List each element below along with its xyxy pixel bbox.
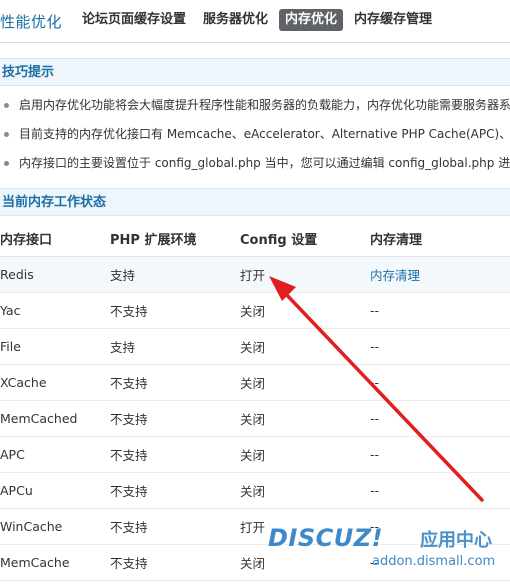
table-row: APCu 不支持 关闭 -- <box>0 472 510 509</box>
cell-clean: -- <box>370 544 510 581</box>
cell-php-extension: 不支持 <box>110 400 240 437</box>
table-row: MemCached 不支持 关闭 -- <box>0 400 510 437</box>
table-row: XCache 不支持 关闭 -- <box>0 364 510 401</box>
cell-php-extension: 不支持 <box>110 544 240 581</box>
table-row: APC 不支持 关闭 -- <box>0 436 510 473</box>
header-interface: 内存接口 <box>0 220 110 257</box>
table-header-row: 内存接口 PHP 扩展环境 Config 设置 内存清理 <box>0 220 510 257</box>
bullet-dot-icon <box>4 132 9 137</box>
cell-config: 关闭 <box>240 400 370 437</box>
cell-interface: MemCache <box>0 544 110 581</box>
tip-item: 内存接口的主要设置位于 config_global.php 当中，您可以通过编辑… <box>0 152 510 174</box>
cell-clean: -- <box>370 364 510 401</box>
cell-clean: -- <box>370 472 510 509</box>
table-row: MemCache 不支持 关闭 -- <box>0 544 510 581</box>
tips-section-title: 技巧提示 <box>0 58 510 86</box>
cell-config: 关闭 <box>240 436 370 473</box>
cell-clean: -- <box>370 508 510 545</box>
tab-page-cache-settings[interactable]: 论坛页面缓存设置 <box>82 9 186 31</box>
tip-item: 目前支持的内存优化接口有 Memcache、eAccelerator、Alter… <box>0 123 510 145</box>
cell-php-extension: 支持 <box>110 328 240 365</box>
table-row: File 支持 关闭 -- <box>0 328 510 365</box>
header-php-extension: PHP 扩展环境 <box>110 220 240 257</box>
cell-config: 打开 <box>240 256 370 293</box>
status-section-title: 当前内存工作状态 <box>0 188 510 216</box>
cell-php-extension: 不支持 <box>110 472 240 509</box>
cell-config: 关闭 <box>240 472 370 509</box>
bullet-dot-icon <box>4 103 9 108</box>
memory-status-table: 内存接口 PHP 扩展环境 Config 设置 内存清理 Redis 支持 打开… <box>0 220 510 581</box>
cell-interface: MemCached <box>0 400 110 437</box>
cell-clean: -- <box>370 400 510 437</box>
cell-interface: File <box>0 328 110 365</box>
cell-php-extension: 不支持 <box>110 292 240 329</box>
tab-memory-cache-management[interactable]: 内存缓存管理 <box>354 9 432 31</box>
cell-interface: APCu <box>0 472 110 509</box>
header-config: Config 设置 <box>240 220 370 257</box>
top-navigation: 性能优化 论坛页面缓存设置 服务器优化 内存优化 内存缓存管理 <box>0 0 510 43</box>
clear-memory-link[interactable]: 内存清理 <box>370 256 510 293</box>
table-row: WinCache 不支持 打开 -- <box>0 508 510 545</box>
cell-interface: Yac <box>0 292 110 329</box>
cell-php-extension: 支持 <box>110 256 240 293</box>
cell-interface: APC <box>0 436 110 473</box>
table-row: Redis 支持 打开 内存清理 <box>0 256 510 293</box>
cell-config: 关闭 <box>240 328 370 365</box>
page-title: 性能优化 <box>0 13 63 31</box>
cell-php-extension: 不支持 <box>110 508 240 545</box>
cell-clean: -- <box>370 292 510 329</box>
cell-config: 关闭 <box>240 292 370 329</box>
tip-item: 启用内存优化功能将会大幅度提升程序性能和服务器的负载能力，内存优化功能需要服务器… <box>0 94 510 116</box>
tip-text: 启用内存优化功能将会大幅度提升程序性能和服务器的负载能力，内存优化功能需要服务器… <box>19 98 510 112</box>
bullet-dot-icon <box>4 161 9 166</box>
cell-interface: WinCache <box>0 508 110 545</box>
cell-php-extension: 不支持 <box>110 436 240 473</box>
cell-interface: XCache <box>0 364 110 401</box>
table-row: Yac 不支持 关闭 -- <box>0 292 510 329</box>
header-clean: 内存清理 <box>370 220 510 257</box>
cell-interface: Redis <box>0 256 110 293</box>
tab-server-optimization[interactable]: 服务器优化 <box>203 9 268 31</box>
tip-text: 内存接口的主要设置位于 config_global.php 当中，您可以通过编辑… <box>19 156 510 170</box>
tip-text: 目前支持的内存优化接口有 Memcache、eAccelerator、Alter… <box>19 127 510 141</box>
cell-php-extension: 不支持 <box>110 364 240 401</box>
cell-clean: -- <box>370 436 510 473</box>
cell-config: 关闭 <box>240 364 370 401</box>
cell-clean: -- <box>370 328 510 365</box>
cell-config: 关闭 <box>240 544 370 581</box>
cell-config: 打开 <box>240 508 370 545</box>
tab-memory-optimization[interactable]: 内存优化 <box>279 9 344 31</box>
